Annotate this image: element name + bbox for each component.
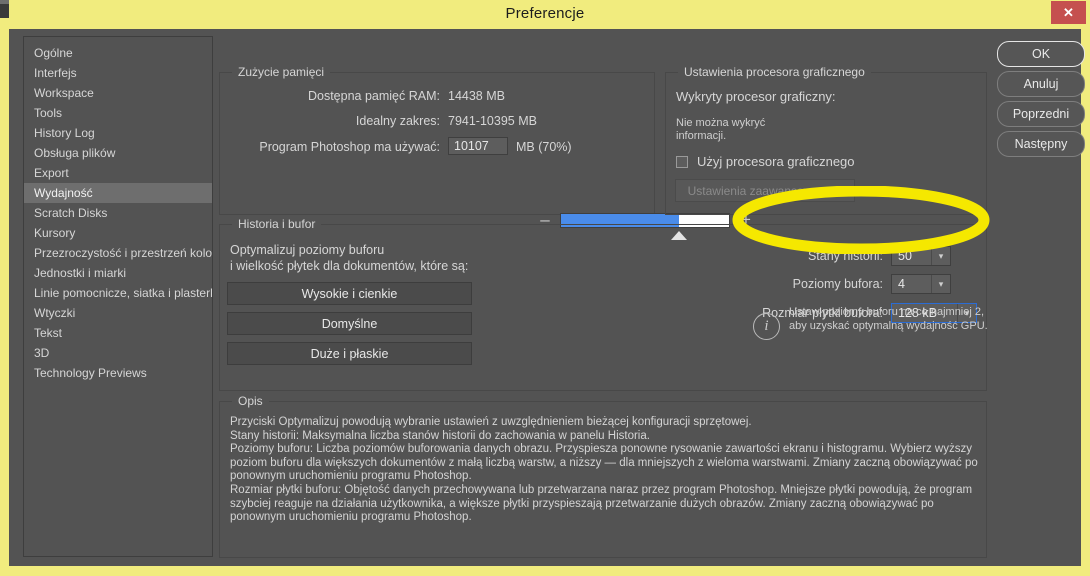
- window-title: Preferencje: [505, 5, 585, 22]
- gpu-settings-group-title: Ustawienia procesora graficznego: [678, 65, 871, 79]
- chevron-down-icon[interactable]: ▾: [931, 247, 950, 265]
- sidebar-item-8[interactable]: Scratch Disks: [24, 203, 212, 223]
- ideal-range-label: Idealny zakres:: [355, 114, 440, 128]
- sidebar-item-15[interactable]: 3D: [24, 343, 212, 363]
- sidebar-item-11[interactable]: Jednostki i miarki: [24, 263, 212, 283]
- history-states-label: Stany historii:: [807, 249, 883, 263]
- memory-use-input[interactable]: [448, 137, 508, 155]
- history-states-value: 50: [898, 249, 912, 263]
- sidebar-item-16[interactable]: Technology Previews: [24, 363, 212, 383]
- description-paragraph: Przyciski Optymalizuj powodują wybranie …: [230, 416, 752, 428]
- memory-usage-group-title: Zużycie pamięci: [232, 65, 331, 79]
- description-text: Przyciski Optymalizuj powodują wybranie …: [230, 416, 978, 525]
- description-paragraph: Poziomy buforu: Liczba poziomów buforowa…: [230, 443, 978, 483]
- sidebar-item-13[interactable]: Wtyczki: [24, 303, 212, 323]
- sidebar-item-2[interactable]: Workspace: [24, 83, 212, 103]
- description-paragraph: Stany historii: Maksymalna liczba stanów…: [230, 429, 650, 442]
- description-paragraph: Rozmiar płytki buforu: Objętość danych p…: [230, 483, 973, 524]
- photoshop-use-label: Program Photoshop ma używać:: [259, 140, 440, 154]
- action-button-następny[interactable]: Następny: [997, 131, 1085, 157]
- title-bar: Preferencje ✕: [0, 0, 1090, 27]
- screenshot-root: Preferencje ✕ Ogólne Interfejs Workspace To…: [0, 0, 1090, 576]
- optimize-hint: Optymalizuj poziomy buforu i wielkość pł…: [230, 243, 469, 273]
- optimize-default-button[interactable]: Domyślne: [227, 312, 472, 335]
- optimize-big-flat-button[interactable]: Duże i płaskie: [227, 342, 472, 365]
- sidebar-item-14[interactable]: Tekst: [24, 323, 212, 343]
- memory-usage-group: Zużycie pamięci Dostępna pamięć RAM: 144…: [219, 65, 751, 240]
- close-icon[interactable]: ✕: [1051, 1, 1086, 24]
- memory-use-suffix: MB (70%): [516, 140, 572, 154]
- sidebar-item-0[interactable]: Ogólne: [24, 43, 212, 63]
- available-ram-value: 14438 MB: [448, 89, 505, 103]
- sidebar-item-1[interactable]: Interfejs: [24, 63, 212, 83]
- use-gpu-label: Użyj procesora graficznego: [697, 154, 855, 169]
- sidebar-item-10[interactable]: Przezroczystość i przestrzeń kolorów: [24, 243, 212, 263]
- cache-info-text: Ustaw poziomy buforu na co najmniej 2, a…: [789, 306, 988, 332]
- chevron-down-icon[interactable]: ▾: [931, 275, 950, 293]
- sidebar-item-4[interactable]: History Log: [24, 123, 212, 143]
- detected-gpu-value: Nie można wykryć informacji.: [676, 117, 766, 142]
- category-sidebar[interactable]: Ogólne Interfejs Workspace Tools History Log…: [23, 36, 213, 557]
- cache-levels-select[interactable]: 4 ▾: [891, 274, 951, 294]
- sidebar-item-5[interactable]: Obsługa plików: [24, 143, 212, 163]
- action-button-anuluj[interactable]: Anuluj: [997, 71, 1085, 97]
- use-gpu-row[interactable]: Użyj procesora graficznego: [676, 154, 855, 169]
- detected-gpu-label: Wykryty procesor graficzny:: [676, 89, 836, 104]
- sidebar-item-3[interactable]: Tools: [24, 103, 212, 123]
- sidebar-item-9[interactable]: Kursory: [24, 223, 212, 243]
- use-gpu-checkbox[interactable]: [676, 155, 688, 168]
- ideal-range-value: 7941-10395 MB: [448, 114, 537, 128]
- history-cache-group-title: Historia i bufor: [232, 217, 322, 231]
- cache-levels-label: Poziomy bufora:: [792, 277, 883, 291]
- optimize-tall-thin-button[interactable]: Wysokie i cienkie: [227, 282, 472, 305]
- action-button-poprzedni[interactable]: Poprzedni: [997, 101, 1085, 127]
- sidebar-item-12[interactable]: Linie pomocnicze, siatka i plasterki: [24, 283, 212, 303]
- sidebar-item-6[interactable]: Export: [24, 163, 212, 183]
- advanced-settings-button[interactable]: Ustawienia zaawansowane...: [675, 179, 855, 202]
- action-button-ok[interactable]: OK: [997, 41, 1085, 67]
- category-list: Ogólne Interfejs Workspace Tools History Log…: [24, 37, 212, 383]
- preferences-dialog: Ogólne Interfejs Workspace Tools History Log…: [9, 29, 1085, 566]
- description-group: Opis Przyciski Optymalizuj powodują wybr…: [219, 394, 987, 558]
- available-ram-label: Dostępna pamięć RAM:: [307, 89, 440, 103]
- history-states-select[interactable]: 50 ▾: [891, 246, 951, 266]
- description-group-title: Opis: [232, 394, 269, 408]
- sidebar-item-7[interactable]: Wydajność: [24, 183, 212, 203]
- cache-levels-value: 4: [898, 277, 905, 291]
- info-icon: i: [753, 313, 780, 340]
